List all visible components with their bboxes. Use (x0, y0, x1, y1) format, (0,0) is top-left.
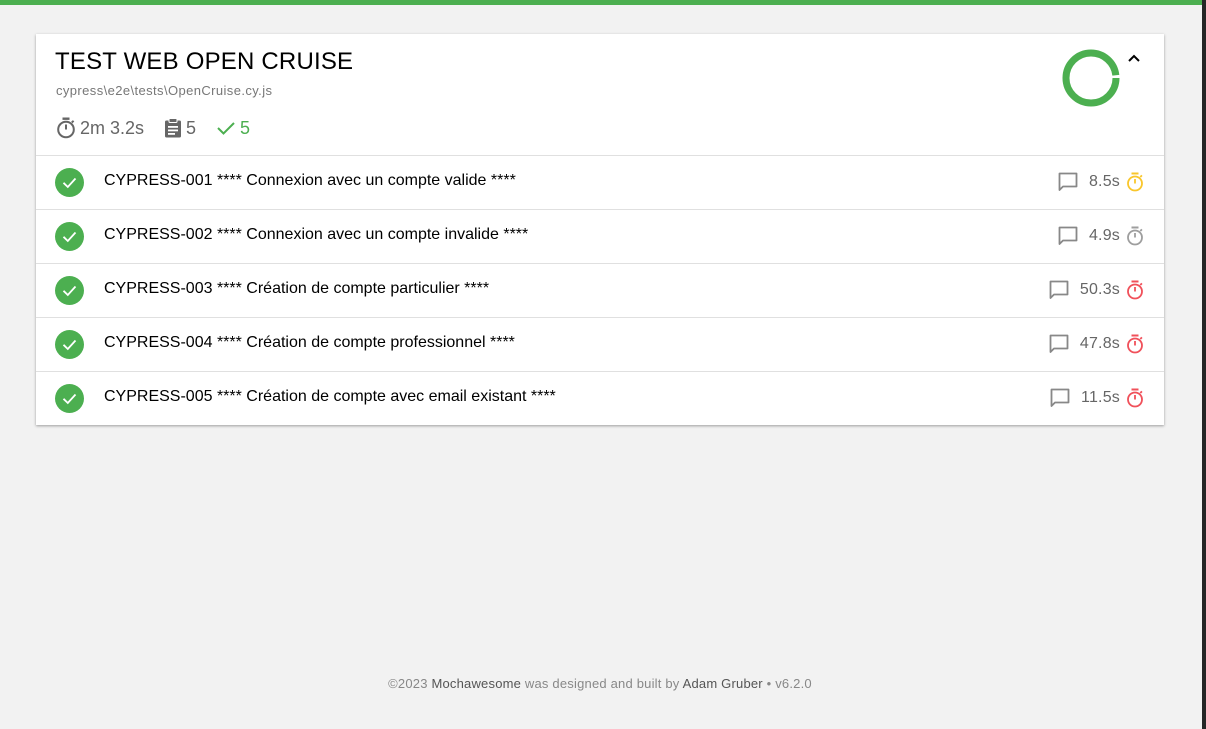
suite-header: TEST WEB OPEN CRUISE cypress\e2e\tests\O… (36, 34, 1164, 156)
suite-card: TEST WEB OPEN CRUISE cypress\e2e\tests\O… (36, 34, 1164, 425)
stopwatch-icon (1127, 226, 1143, 246)
comment-icon[interactable] (1049, 387, 1071, 409)
test-title: CYPRESS-005 **** Création de compte avec… (104, 388, 556, 405)
window-edge (1202, 0, 1206, 729)
footer-brand-link[interactable]: Mochawesome (431, 676, 521, 691)
suite-duration-value: 2m 3.2s (80, 117, 145, 138)
suite-duration: 2m 3.2s (56, 117, 144, 139)
test-duration: 4.9s (1088, 227, 1120, 244)
test-row[interactable]: CYPRESS-005 **** Création de compte avec… (36, 372, 1164, 425)
test-list: CYPRESS-001 **** Connexion avec un compt… (36, 156, 1164, 425)
test-title: CYPRESS-004 **** Création de compte prof… (104, 334, 515, 351)
footer-author-link[interactable]: Adam Gruber (683, 676, 763, 691)
stopwatch-icon (1127, 172, 1143, 192)
test-duration: 8.5s (1088, 173, 1120, 190)
clipboard-icon (165, 118, 182, 138)
test-meta: 47.8s (1048, 332, 1144, 356)
footer-middle: was designed and built by (521, 676, 683, 691)
suite-summary: 2m 3.2s 5 5 (56, 116, 270, 140)
check-circle-icon (55, 384, 84, 413)
suite-title: TEST WEB OPEN CRUISE (55, 48, 354, 75)
comment-icon[interactable] (1057, 225, 1079, 247)
test-duration: 11.5s (1081, 389, 1120, 406)
footer: ©2023 Mochawesome was designed and built… (0, 676, 1200, 691)
test-meta: 50.3s (1048, 278, 1144, 302)
pass-percentage-ring (1062, 49, 1120, 107)
test-meta: 11.5s (1049, 386, 1144, 410)
test-title: CYPRESS-001 **** Connexion avec un compt… (104, 172, 516, 189)
suite-tests-count: 5 (164, 118, 196, 139)
test-meta: 8.5s (1057, 170, 1144, 194)
test-meta: 4.9s (1057, 224, 1144, 248)
comment-icon[interactable] (1048, 333, 1070, 355)
test-duration: 50.3s (1079, 281, 1120, 298)
check-circle-icon (55, 330, 84, 359)
suite-passed-count-value: 5 (240, 117, 251, 138)
suite-file-path: cypress\e2e\tests\OpenCruise.cy.js (56, 83, 273, 98)
stopwatch-icon (1127, 280, 1143, 300)
chevron-up-icon[interactable] (1124, 48, 1144, 68)
test-title: CYPRESS-002 **** Connexion avec un compt… (104, 226, 529, 243)
suite-tests-count-value: 5 (186, 117, 197, 138)
test-row[interactable]: CYPRESS-004 **** Création de compte prof… (36, 318, 1164, 372)
footer-copyright: ©2023 (388, 676, 432, 691)
comment-icon[interactable] (1057, 171, 1079, 193)
comment-icon[interactable] (1048, 279, 1070, 301)
check-circle-icon (55, 222, 84, 251)
test-duration: 47.8s (1079, 335, 1120, 352)
stopwatch-icon (1127, 334, 1143, 354)
test-row[interactable]: CYPRESS-001 **** Connexion avec un compt… (36, 156, 1164, 210)
test-title: CYPRESS-003 **** Création de compte part… (104, 280, 490, 297)
top-accent-bar (0, 0, 1202, 5)
check-circle-icon (55, 168, 84, 197)
test-row[interactable]: CYPRESS-002 **** Connexion avec un compt… (36, 210, 1164, 264)
check-circle-icon (55, 276, 84, 305)
stopwatch-icon (57, 117, 75, 139)
pass-percentage-chart (1062, 49, 1120, 107)
stopwatch-icon (1127, 388, 1143, 408)
suite-passed-count: 5 (216, 118, 250, 139)
footer-version: • v6.2.0 (762, 676, 812, 691)
test-row[interactable]: CYPRESS-003 **** Création de compte part… (36, 264, 1164, 318)
check-icon (217, 122, 235, 135)
